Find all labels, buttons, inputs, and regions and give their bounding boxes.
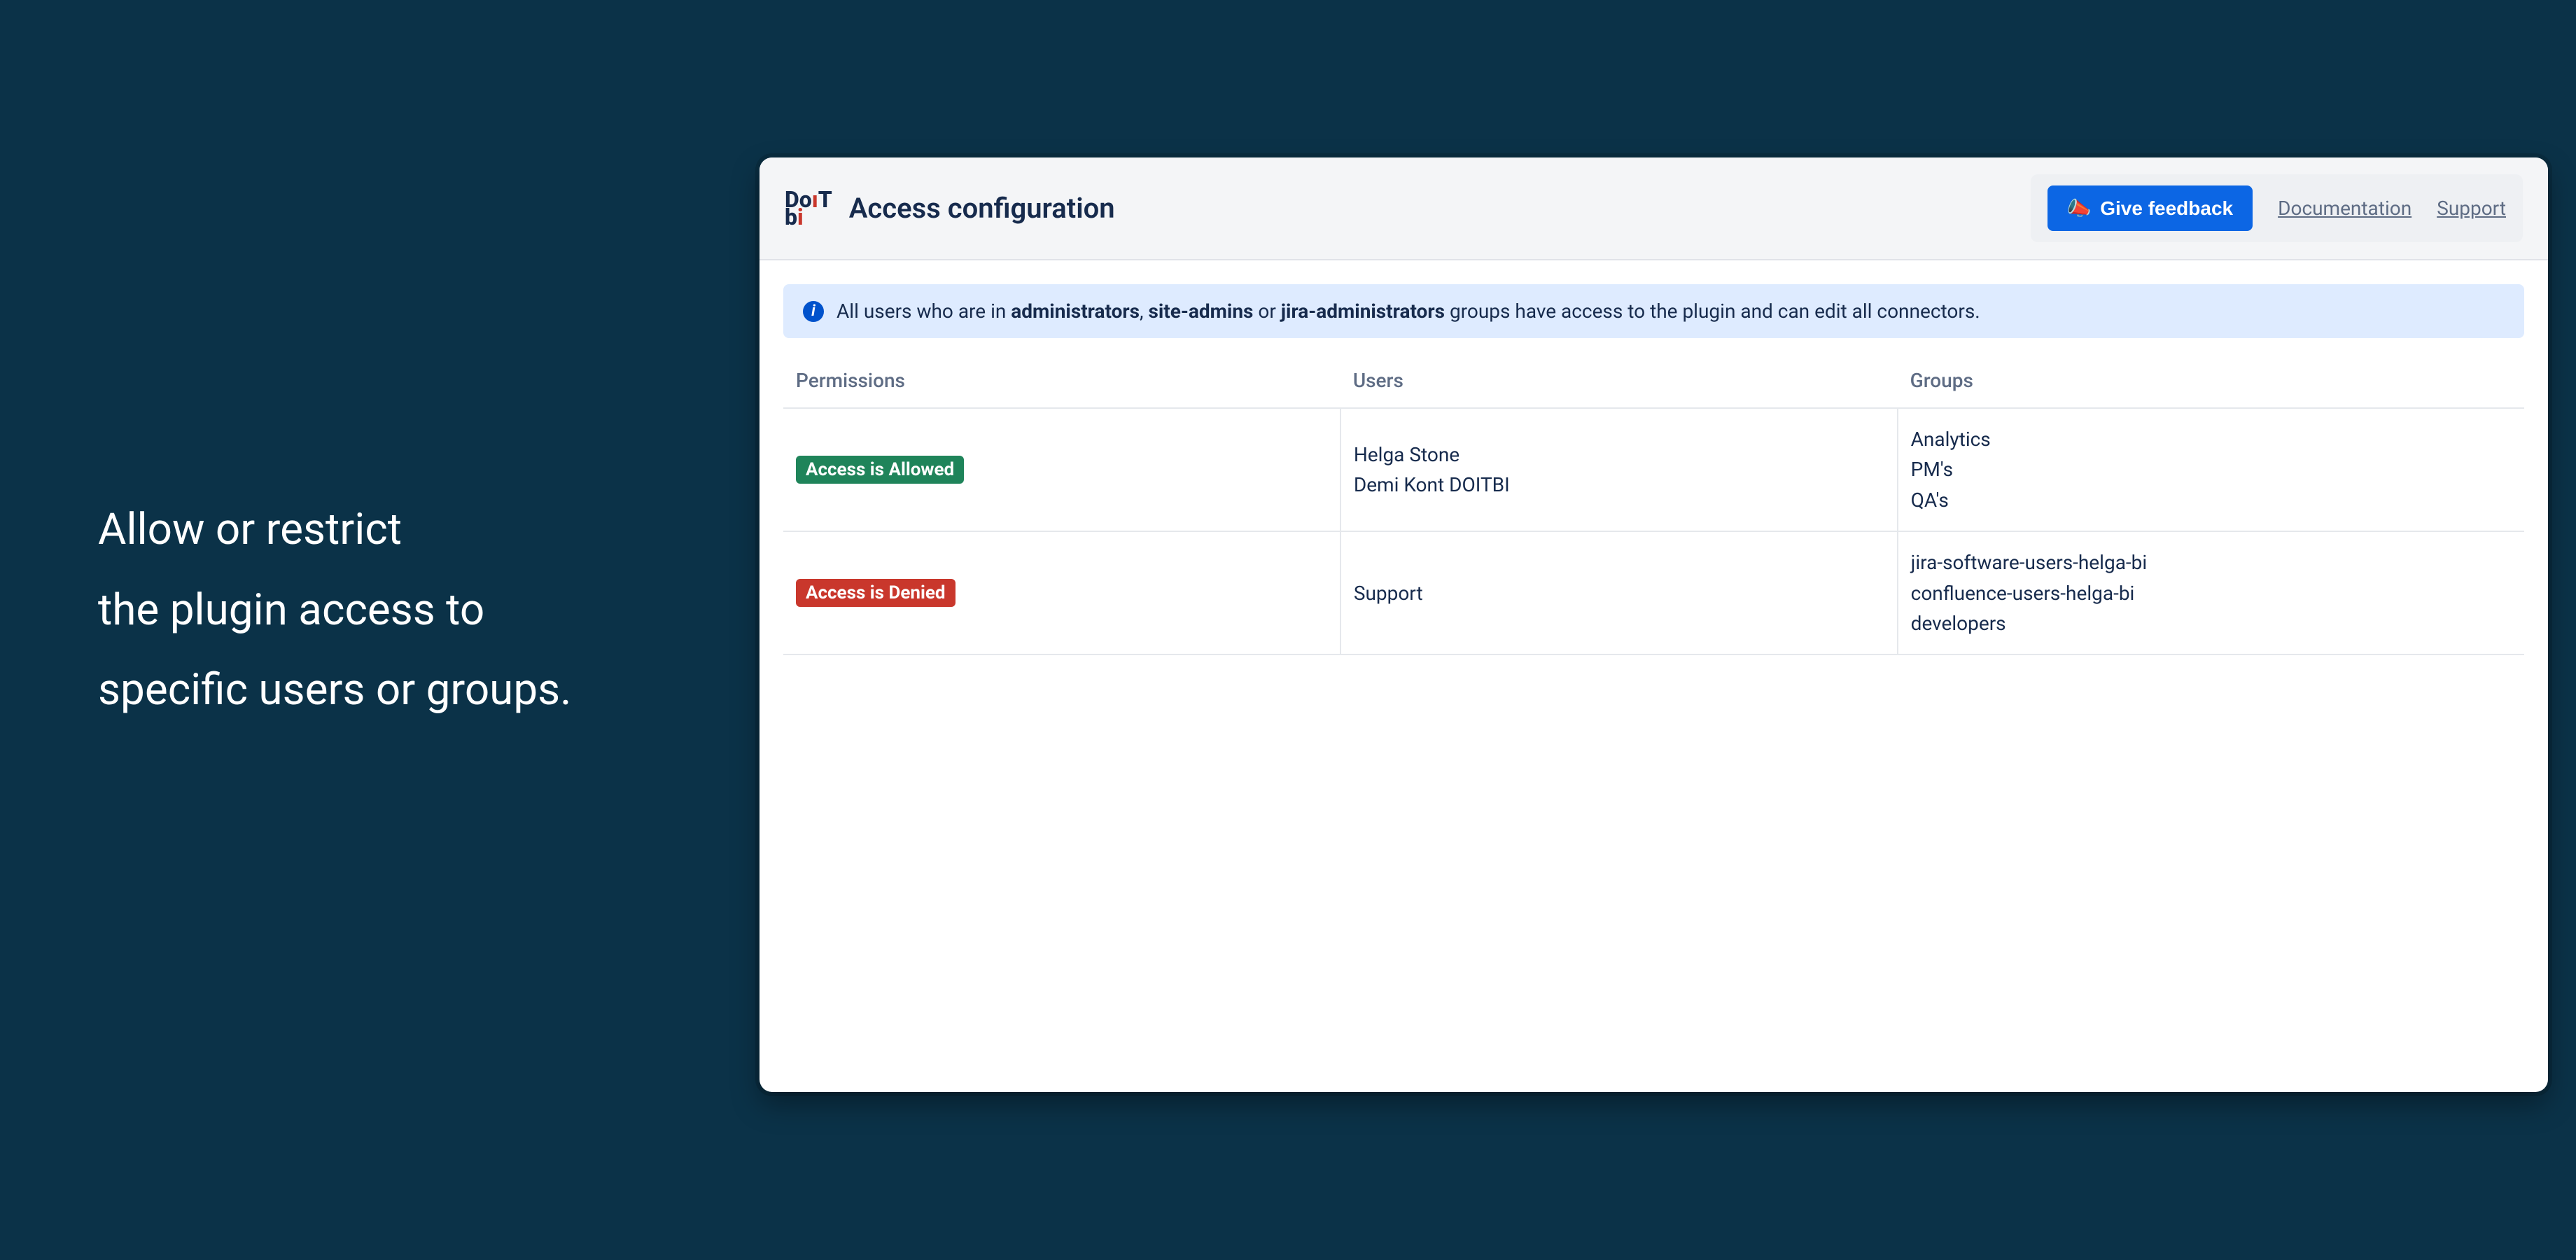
marketing-line-2: the plugin access to: [98, 570, 572, 651]
col-groups: Groups: [1898, 354, 2524, 408]
header-actions: 📣 Give feedback Documentation Support: [2031, 174, 2523, 242]
table-row[interactable]: Access is Denied Support jira-software-use…: [783, 531, 2524, 654]
app-header: DoıT bi Access configuration 📣 Give feed…: [760, 158, 2548, 260]
col-permissions: Permissions: [783, 354, 1340, 408]
user-item: Demi Kont DOITBI: [1354, 470, 1884, 500]
marketing-line-1: Allow or restrict: [98, 490, 572, 570]
group-item: QA's: [1911, 485, 2512, 515]
cell-permissions: Access is Denied: [783, 531, 1340, 654]
cell-groups: AnalyticsPM'sQA's: [1898, 408, 2524, 531]
logo: DoıT bi: [785, 189, 832, 227]
user-item: Helga Stone: [1354, 440, 1884, 470]
group-item: jira-software-users-helga-bi: [1911, 547, 2512, 578]
documentation-link[interactable]: Documentation: [2278, 197, 2412, 220]
group-item: developers: [1911, 608, 2512, 638]
badge-denied: Access is Denied: [796, 579, 955, 607]
app-window: DoıT bi Access configuration 📣 Give feed…: [760, 158, 2548, 1092]
page-title: Access configuration: [849, 192, 1115, 225]
content-area: i All users who are in administrators, s…: [760, 260, 2548, 679]
info-banner: i All users who are in administrators, s…: [783, 284, 2524, 338]
support-link[interactable]: Support: [2437, 197, 2506, 220]
marketing-copy: Allow or restrict the plugin access to s…: [98, 490, 572, 731]
cell-users: Support: [1340, 531, 1898, 654]
group-item: PM's: [1911, 454, 2512, 484]
badge-allowed: Access is Allowed: [796, 456, 964, 484]
group-item: confluence-users-helga-bi: [1911, 578, 2512, 608]
table-row[interactable]: Access is Allowed Helga StoneDemi Kont DO…: [783, 408, 2524, 531]
banner-text: All users who are in administrators, sit…: [836, 300, 1980, 323]
give-feedback-button[interactable]: 📣 Give feedback: [2047, 186, 2253, 231]
cell-permissions: Access is Allowed: [783, 408, 1340, 531]
megaphone-icon: 📣: [2067, 197, 2092, 220]
cell-users: Helga StoneDemi Kont DOITBI: [1340, 408, 1898, 531]
permissions-table: Permissions Users Groups Access is Allow…: [783, 354, 2524, 655]
cell-groups: jira-software-users-helga-biconfluence-u…: [1898, 531, 2524, 654]
group-item: Analytics: [1911, 424, 2512, 454]
marketing-line-3: specific users or groups.: [98, 650, 572, 731]
info-icon: i: [803, 301, 824, 322]
user-item: Support: [1354, 578, 1884, 608]
col-users: Users: [1340, 354, 1898, 408]
